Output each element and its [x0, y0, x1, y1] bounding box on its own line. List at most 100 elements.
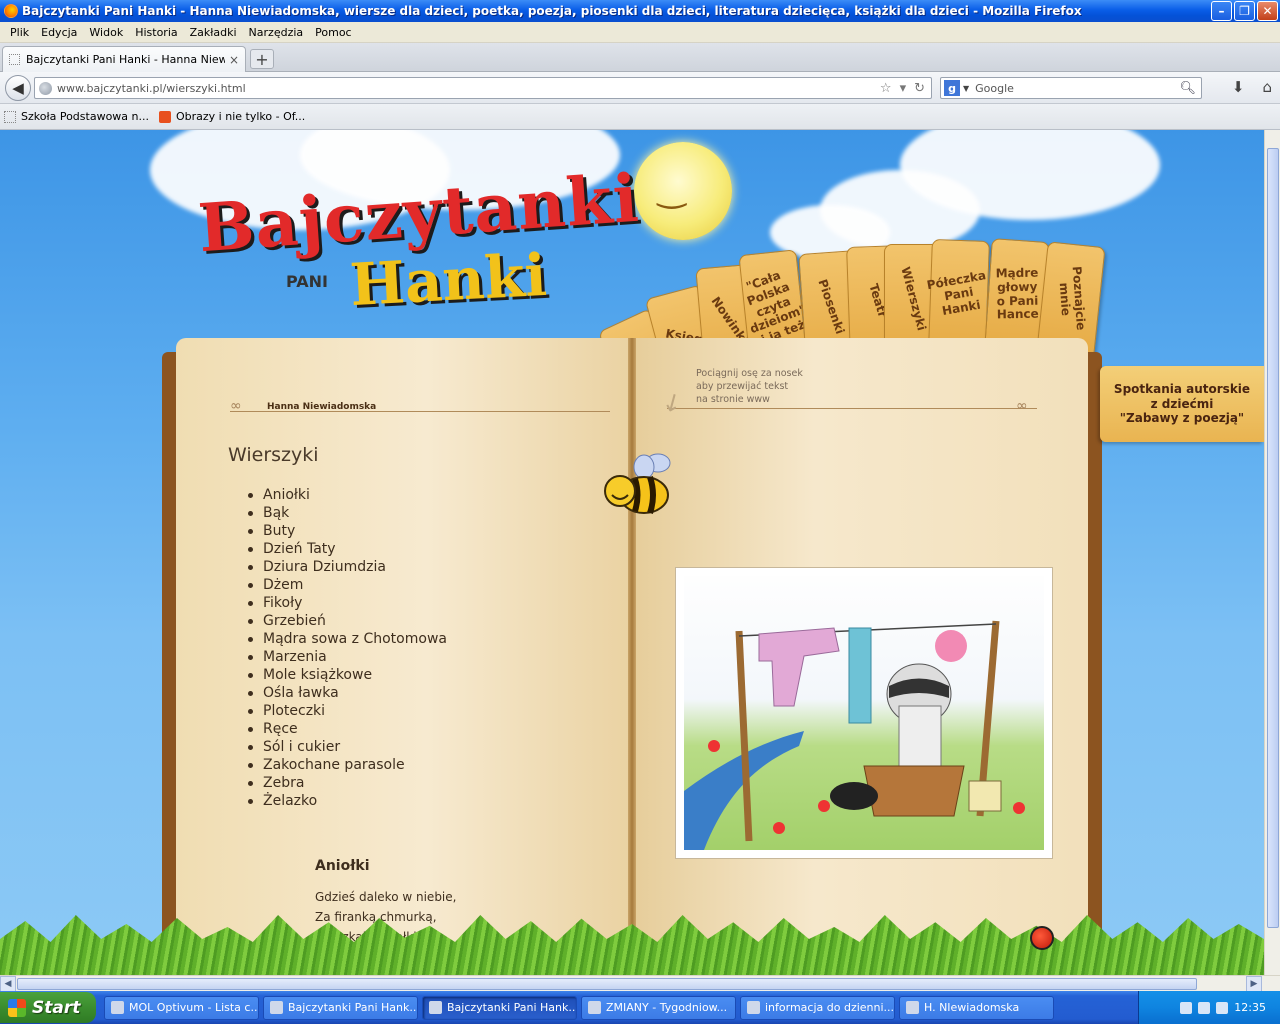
restore-button[interactable]: ❐: [1234, 1, 1255, 21]
tab-strip: Bajczytanki Pani Hanki - Hanna Niewiadom…: [0, 43, 1280, 72]
taskbar-item[interactable]: MOL Optivum - Lista c...: [104, 995, 259, 1020]
nav-tab-7[interactable]: Półeczka Pani Hanki: [925, 239, 990, 351]
horizontal-scrollbar[interactable]: ◀ ▶: [0, 975, 1280, 992]
poem-link[interactable]: Ośla ławka: [246, 684, 447, 702]
close-button[interactable]: ✕: [1257, 1, 1278, 21]
nav-tab-label: Wierszyki: [898, 265, 930, 333]
arrow-left-icon: ◀: [12, 79, 24, 97]
taskbar-item-label: ZMIANY - Tygodniow...: [606, 1001, 728, 1014]
poem-link[interactable]: Sól i cukier: [246, 738, 447, 756]
poem-link[interactable]: Fikoły: [246, 594, 447, 612]
engine-dropdown-icon[interactable]: ▼: [963, 84, 969, 93]
url-bar[interactable]: www.bajczytanki.pl/wierszyki.html ☆ ▾ ↻: [34, 77, 932, 99]
menu-bar: Plik Edycja Widok Historia Zakładki Narz…: [0, 22, 1280, 43]
nav-tab-label: Półeczka Pani Hanki: [925, 268, 988, 318]
url-path: /wierszyki.html: [162, 81, 246, 95]
taskbar-item-label: MOL Optivum - Lista c...: [129, 1001, 259, 1014]
poem-link[interactable]: Dzień Taty: [246, 540, 447, 558]
reload-icon[interactable]: ↻: [914, 81, 925, 96]
bookmark-star-icon[interactable]: ☆: [880, 81, 892, 96]
google-icon[interactable]: g: [944, 80, 960, 96]
taskbar: Start MOL Optivum - Lista c... Bajczytank…: [0, 991, 1280, 1024]
download-icon[interactable]: ⬇: [1232, 78, 1245, 96]
menu-tools[interactable]: Narzędzia: [243, 26, 310, 39]
app-icon: [906, 1001, 919, 1014]
search-input[interactable]: Google: [975, 82, 1179, 95]
poem-link[interactable]: Dżem: [246, 576, 447, 594]
window-title: Bajczytanki Pani Hanki - Hanna Niewiadom…: [22, 4, 1082, 18]
tray-icon[interactable]: [1198, 1001, 1211, 1014]
tab-bajczytanki[interactable]: Bajczytanki Pani Hanki - Hanna Niewiadom…: [2, 46, 246, 72]
taskbar-item-label: H. NIewiadomska: [924, 1001, 1020, 1014]
vertical-scroll-thumb[interactable]: [1267, 148, 1279, 928]
poem-link[interactable]: Ręce: [246, 720, 447, 738]
poem-link[interactable]: Grzebień: [246, 612, 447, 630]
menu-view[interactable]: Widok: [83, 26, 129, 39]
system-tray: 12:35: [1138, 991, 1280, 1024]
author-meetings-banner[interactable]: Spotkania autorskie z dziećmi "Zabawy z …: [1100, 366, 1264, 442]
taskbar-item[interactable]: Bajczytanki Pani Hank...: [263, 995, 418, 1020]
new-tab-button[interactable]: +: [250, 49, 274, 69]
menu-help[interactable]: Pomoc: [309, 26, 357, 39]
tab-label: Bajczytanki Pani Hanki - Hanna Niewiadom…: [26, 53, 225, 66]
poem-title: Aniołki: [315, 858, 370, 874]
dropdown-arrow-icon[interactable]: ▾: [900, 81, 907, 96]
globe-icon: [39, 81, 52, 95]
poem-link[interactable]: Mądra sowa z Chotomowa: [246, 630, 447, 648]
taskbar-item[interactable]: H. NIewiadomska: [899, 995, 1054, 1020]
scroll-left-icon[interactable]: ◀: [0, 976, 16, 992]
poem-link[interactable]: Zakochane parasole: [246, 756, 447, 774]
bookmarks-bar: Szkoła Podstawowa n... Obrazy i nie tylk…: [0, 104, 1280, 130]
poem-link[interactable]: Aniołki: [246, 486, 447, 504]
poem-link[interactable]: Zebra: [246, 774, 447, 792]
search-icon[interactable]: 🔍︎: [1179, 81, 1196, 96]
poem-link[interactable]: Ploteczki: [246, 702, 447, 720]
shield-icon[interactable]: [1216, 1001, 1229, 1014]
site-logo[interactable]: Bajczytanki PANI Hanki: [190, 159, 642, 330]
bookmark-szkola[interactable]: Szkoła Podstawowa n...: [4, 110, 149, 123]
bookmark-obrazy[interactable]: Obrazy i nie tylko - Of...: [159, 110, 305, 123]
minimize-button[interactable]: –: [1211, 1, 1232, 21]
start-label: Start: [32, 997, 81, 1018]
tab-close-icon[interactable]: ×: [229, 53, 239, 67]
poem-link[interactable]: Marzenia: [246, 648, 447, 666]
poem-link[interactable]: Mole książkowe: [246, 666, 447, 684]
menu-bookmarks[interactable]: Zakładki: [184, 26, 243, 39]
firefox-icon: [4, 4, 18, 18]
poem-link[interactable]: Bąk: [246, 504, 447, 522]
book-spine: [628, 338, 636, 975]
home-icon[interactable]: ⌂: [1262, 78, 1272, 96]
search-bar[interactable]: g ▼ Google 🔍︎: [940, 77, 1202, 99]
swirl-ornament-icon: ∞: [1016, 398, 1028, 414]
ladybug-icon: [1030, 926, 1054, 950]
back-button[interactable]: ◀: [5, 75, 31, 101]
page-viewport: ‿ Bajczytanki PANI Hanki KontaktKsięga g…: [0, 130, 1264, 975]
taskbar-item[interactable]: Bajczytanki Pani Hank...: [422, 995, 577, 1020]
bee-scroll-handle[interactable]: [600, 445, 676, 521]
menu-edit[interactable]: Edycja: [35, 26, 83, 39]
taskbar-item[interactable]: ZMIANY - Tygodniow...: [581, 995, 736, 1020]
poem-link[interactable]: Buty: [246, 522, 447, 540]
vertical-scrollbar[interactable]: [1264, 130, 1280, 975]
url-text[interactable]: www.bajczytanki.pl/wierszyki.html: [57, 82, 880, 95]
navigation-bar: ◀ www.bajczytanki.pl/wierszyki.html ☆ ▾ …: [0, 72, 1280, 104]
poem-link[interactable]: Dziura Dziumdzia: [246, 558, 447, 576]
menu-history[interactable]: Historia: [129, 26, 183, 39]
poem-link[interactable]: Żelazko: [246, 792, 447, 810]
nav-tab-label: Poznajcie mnie: [1056, 265, 1088, 331]
clock: 12:35: [1234, 1001, 1266, 1014]
page-icon: [9, 54, 20, 65]
nav-tab-label: Piosenki: [815, 277, 848, 336]
scroll-right-icon[interactable]: ▶: [1246, 976, 1262, 992]
app-icon: [429, 1001, 442, 1014]
horizontal-scroll-thumb[interactable]: [17, 978, 1197, 990]
taskbar-item-label: Bajczytanki Pani Hank...: [447, 1001, 577, 1014]
window-title-bar: Bajczytanki Pani Hanki - Hanna Niewiadom…: [0, 0, 1280, 22]
taskbar-item[interactable]: informacja do dzienni...: [740, 995, 895, 1020]
menu-file[interactable]: Plik: [4, 26, 35, 39]
start-button[interactable]: Start: [0, 992, 96, 1023]
app-icon: [270, 1001, 283, 1014]
author-name: Hanna Niewiadomska: [267, 402, 377, 412]
taskbar-item-label: informacja do dzienni...: [765, 1001, 895, 1014]
tray-icon[interactable]: [1180, 1001, 1193, 1014]
